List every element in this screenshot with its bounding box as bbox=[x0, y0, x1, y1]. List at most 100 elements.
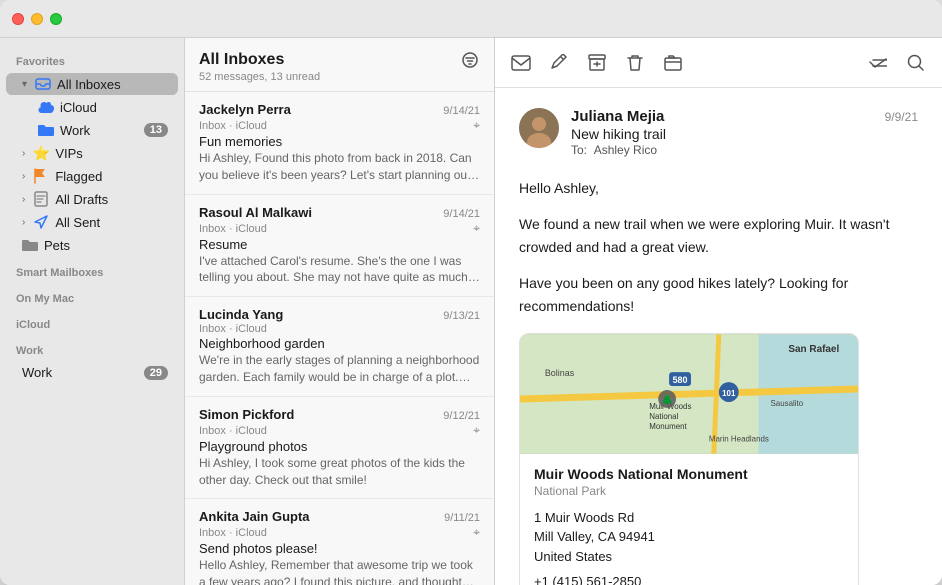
on-my-mac-label: On My Mac bbox=[0, 283, 184, 309]
msg-preview: I've attached Carol's resume. She's the … bbox=[199, 253, 480, 287]
msg-subject: Send photos please! bbox=[199, 541, 480, 556]
msg-subject: Playground photos bbox=[199, 439, 480, 454]
msg-date: 9/11/21 bbox=[444, 512, 480, 524]
svg-text:Bolinas: Bolinas bbox=[545, 368, 575, 378]
move-icon[interactable] bbox=[663, 53, 683, 73]
message-item[interactable]: Lucinda Yang 9/13/21 Inbox · iCloud Neig… bbox=[185, 297, 494, 397]
archive-icon[interactable] bbox=[587, 53, 607, 73]
sidebar-item-label: VIPs bbox=[55, 146, 168, 161]
msg-sender: Rasoul Al Malkawi bbox=[199, 205, 437, 220]
close-button[interactable] bbox=[12, 13, 24, 25]
minimize-button[interactable] bbox=[31, 13, 43, 25]
sidebar-item-label: Pets bbox=[44, 238, 168, 253]
email-date: 9/9/21 bbox=[885, 110, 918, 124]
msg-preview: Hi Ashley, Found this photo from back in… bbox=[199, 150, 480, 184]
svg-text:101: 101 bbox=[722, 389, 736, 398]
chevron-right-icon: › bbox=[22, 171, 25, 182]
smart-mailboxes-label: Smart Mailboxes bbox=[0, 257, 184, 283]
email-to: To: Ashley Rico bbox=[571, 143, 918, 157]
map-info: Muir Woods National Monument National Pa… bbox=[520, 454, 858, 585]
work-badge: 13 bbox=[144, 123, 168, 137]
sidebar-item-vips[interactable]: › ⭐ VIPs bbox=[6, 142, 178, 164]
sidebar-item-label: All Drafts bbox=[55, 192, 168, 207]
svg-text:580: 580 bbox=[673, 375, 688, 385]
msg-sender: Jackelyn Perra bbox=[199, 102, 437, 117]
toolbar-icons bbox=[511, 53, 683, 73]
msg-subject: Resume bbox=[199, 237, 480, 252]
place-name: Muir Woods National Monument bbox=[534, 466, 844, 482]
sent-icon bbox=[33, 214, 49, 230]
sidebar-item-all-drafts[interactable]: › All Drafts bbox=[6, 188, 178, 210]
sidebar-item-icloud[interactable]: iCloud bbox=[6, 96, 178, 118]
sidebar-item-all-inboxes[interactable]: ▾ All Inboxes bbox=[6, 73, 178, 95]
more-icon[interactable] bbox=[868, 53, 888, 73]
chevron-right-icon: › bbox=[22, 148, 25, 159]
compose-icon[interactable] bbox=[549, 53, 569, 73]
sidebar-item-label: All Inboxes bbox=[57, 77, 168, 92]
message-item[interactable]: Ankita Jain Gupta 9/11/21 Inbox · iCloud… bbox=[185, 499, 494, 585]
sidebar-item-label: Flagged bbox=[55, 169, 168, 184]
msg-sender: Ankita Jain Gupta bbox=[199, 509, 438, 524]
reply-icon[interactable] bbox=[511, 53, 531, 73]
chevron-right-icon: › bbox=[22, 194, 25, 205]
msg-inbox: Inbox · iCloud bbox=[199, 223, 267, 235]
msg-date: 9/12/21 bbox=[443, 410, 480, 422]
msg-inbox: Inbox · iCloud bbox=[199, 425, 267, 437]
title-bar bbox=[0, 0, 942, 38]
message-item[interactable]: Rasoul Al Malkawi 9/14/21 Inbox · iCloud… bbox=[185, 195, 494, 298]
sidebar-item-all-sent[interactable]: › All Sent bbox=[6, 211, 178, 233]
place-type: National Park bbox=[534, 484, 844, 498]
pets-folder-icon bbox=[22, 237, 38, 253]
email-body-p2: Have you been on any good hikes lately? … bbox=[519, 272, 918, 317]
email-sender-name: Juliana Mejia bbox=[571, 108, 664, 125]
content-area: Favorites ▾ All Inboxes bbox=[0, 38, 942, 585]
email-from-row: Juliana Mejia 9/9/21 bbox=[571, 108, 918, 125]
msg-date: 9/13/21 bbox=[443, 310, 480, 322]
email-subject: New hiking trail bbox=[571, 126, 918, 142]
svg-text:Monument: Monument bbox=[649, 422, 687, 431]
filter-icon[interactable] bbox=[460, 50, 480, 70]
message-item[interactable]: Simon Pickford 9/12/21 Inbox · iCloud ⌖ … bbox=[185, 397, 494, 500]
chevron-right-icon: › bbox=[22, 217, 25, 228]
sidebar-item-label: Work bbox=[60, 123, 138, 138]
address-line1: 1 Muir Woods Rd bbox=[534, 510, 634, 525]
to-name: Ashley Rico bbox=[594, 143, 657, 157]
inbox-icon bbox=[35, 76, 51, 92]
cloud-icon bbox=[38, 99, 54, 115]
email-body-p1: We found a new trail when we were explor… bbox=[519, 213, 918, 258]
favorites-label: Favorites bbox=[0, 46, 184, 72]
detail-pane: Juliana Mejia 9/9/21 New hiking trail To… bbox=[495, 38, 942, 585]
svg-text:🌲: 🌲 bbox=[661, 393, 673, 406]
sidebar-item-label: Work bbox=[22, 365, 138, 380]
place-phone: +1 (415) 561-2850 bbox=[534, 574, 844, 585]
msg-inbox: Inbox · iCloud bbox=[199, 527, 267, 539]
address-line2: Mill Valley, CA 94941 bbox=[534, 529, 655, 544]
sidebar-item-work[interactable]: Work 13 bbox=[6, 119, 178, 141]
sidebar-item-work-bottom[interactable]: Work 29 bbox=[6, 362, 178, 383]
attachment-icon: ⌖ bbox=[473, 221, 480, 236]
email-body: Hello Ashley, We found a new trail when … bbox=[519, 177, 918, 317]
detail-toolbar bbox=[495, 38, 942, 88]
search-icon[interactable] bbox=[906, 53, 926, 73]
trash-icon[interactable] bbox=[625, 53, 645, 73]
map-image: 580 101 San Rafael Bolinas Muir Woods Na… bbox=[520, 334, 858, 454]
msg-subject: Fun memories bbox=[199, 134, 480, 149]
mailbox-subtitle: 52 messages, 13 unread bbox=[199, 71, 480, 83]
sidebar-item-flagged[interactable]: › Flagged bbox=[6, 165, 178, 187]
msg-subject: Neighborhood garden bbox=[199, 336, 480, 351]
icloud-section-label: iCloud bbox=[0, 309, 184, 335]
work-section-label: Work bbox=[0, 335, 184, 361]
chevron-down-icon: ▾ bbox=[22, 79, 27, 90]
map-card: 580 101 San Rafael Bolinas Muir Woods Na… bbox=[519, 333, 859, 585]
msg-sender: Simon Pickford bbox=[199, 407, 437, 422]
message-item[interactable]: Jackelyn Perra 9/14/21 Inbox · iCloud ⌖ … bbox=[185, 92, 494, 195]
sender-avatar bbox=[519, 108, 559, 148]
maximize-button[interactable] bbox=[50, 13, 62, 25]
attachment-icon: ⌖ bbox=[473, 118, 480, 133]
traffic-lights bbox=[12, 13, 62, 25]
place-address: 1 Muir Woods Rd Mill Valley, CA 94941 Un… bbox=[534, 508, 844, 567]
work-bottom-badge: 29 bbox=[144, 366, 168, 380]
msg-date: 9/14/21 bbox=[443, 208, 480, 220]
sidebar-item-pets[interactable]: Pets bbox=[6, 234, 178, 256]
msg-preview: Hello Ashley, Remember that awesome trip… bbox=[199, 557, 480, 585]
